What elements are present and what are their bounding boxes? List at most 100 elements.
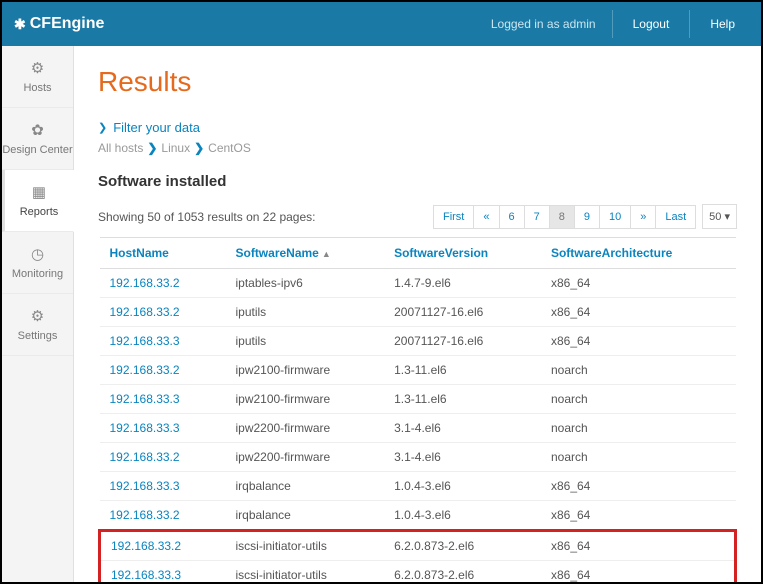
chevron-right-icon: ❯ (194, 141, 204, 155)
sidebar-item-label: Reports (20, 206, 59, 218)
col-softwareversion[interactable]: SoftwareVersion (384, 238, 541, 269)
software-arch: x86_64 (541, 269, 736, 298)
software-arch: noarch (541, 443, 736, 472)
pager-last[interactable]: Last (655, 205, 696, 229)
software-arch: x86_64 (541, 501, 736, 531)
col-softwarearchitecture[interactable]: SoftwareArchitecture (541, 238, 736, 269)
filter-label: Filter your data (113, 120, 200, 135)
host-link[interactable]: 192.168.33.2 (111, 539, 181, 553)
software-version: 6.2.0.873-2.el6 (384, 561, 541, 583)
host-link[interactable]: 192.168.33.3 (111, 568, 181, 582)
table-row: 192.168.33.2 ipw2100-firmware1.3-11.el6no… (100, 356, 736, 385)
sidebar-item-label: Hosts (23, 82, 51, 94)
software-arch: x86_64 (541, 472, 736, 501)
pager-page-7[interactable]: 7 (524, 205, 550, 229)
page-title: Results (98, 66, 737, 98)
settings-icon: ⚙ (31, 307, 44, 325)
table-row: 192.168.33.2ipw2200-firmware3.1-4.el6noa… (100, 443, 736, 472)
sidebar-item-reports[interactable]: ▦ Reports (2, 170, 74, 232)
brand-icon: ✱ (14, 16, 26, 33)
host-link[interactable]: 192.168.33.2 (110, 508, 180, 522)
host-link[interactable]: 192.168.33.3 (110, 479, 180, 493)
host-link[interactable]: 192.168.33.2 (110, 450, 180, 464)
topbar: ✱ CFEngine Logged in as admin Logout Hel… (2, 2, 761, 46)
brand: ✱ CFEngine (14, 15, 104, 33)
pager-page-6[interactable]: 6 (499, 205, 525, 229)
logged-in-text: Logged in as admin (481, 17, 606, 31)
sidebar-item-design-center[interactable]: ✿ Design Center (2, 108, 73, 170)
software-name: iputils (225, 327, 384, 356)
software-version: 1.4.7-9.el6 (384, 269, 541, 298)
help-button[interactable]: Help (696, 5, 749, 43)
software-name: irqbalance (225, 472, 384, 501)
sidebar-item-monitoring[interactable]: ◷Monitoring (2, 232, 73, 294)
software-version: 20071127-16.el6 (384, 298, 541, 327)
software-arch: x86_64 (541, 561, 736, 583)
breadcrumb: All hosts ❯ Linux ❯ CentOS (98, 141, 737, 155)
hosts-icon: ⚙ (31, 59, 44, 77)
sidebar: ⚙Hosts✿Design Center▦Reports◷Monitoring⚙… (2, 46, 74, 582)
host-link[interactable]: 192.168.33.2 (110, 305, 180, 319)
col-softwarename[interactable]: SoftwareName▲ (225, 238, 384, 269)
filter-toggle[interactable]: ❯ Filter your data (98, 120, 200, 135)
software-version: 1.3-11.el6 (384, 385, 541, 414)
sidebar-item-label: Settings (18, 330, 58, 342)
brand-name: CFEngine (30, 15, 105, 33)
table-row: 192.168.33.2iscsi-initiator-utils6.2.0.8… (100, 531, 736, 561)
sidebar-item-label: Design Center (2, 144, 72, 156)
divider (612, 10, 613, 38)
software-name: irqbalance (225, 501, 384, 531)
sidebar-item-settings[interactable]: ⚙ Settings (2, 294, 73, 356)
host-link[interactable]: 192.168.33.3 (110, 392, 180, 406)
chevron-right-icon: ❯ (147, 141, 157, 155)
topbar-right: Logged in as admin Logout Help (481, 5, 749, 43)
breadcrumb-link[interactable]: All hosts (98, 141, 143, 155)
software-version: 1.0.4-3.el6 (384, 472, 541, 501)
host-link[interactable]: 192.168.33.3 (110, 421, 180, 435)
software-version: 1.0.4-3.el6 (384, 501, 541, 531)
software-version: 1.3-11.el6 (384, 356, 541, 385)
software-name: iptables-ipv6 (225, 269, 384, 298)
table-row: 192.168.33.3 iputils20071127-16.el6x86_64 (100, 327, 736, 356)
reports-icon: ▦ (32, 183, 46, 201)
table-row: 192.168.33.3ipw2200-firmware3.1-4.el6noa… (100, 414, 736, 443)
software-arch: noarch (541, 356, 736, 385)
breadcrumb-link[interactable]: Linux (161, 141, 190, 155)
pager-page-9[interactable]: 9 (574, 205, 600, 229)
logout-button[interactable]: Logout (619, 5, 684, 43)
breadcrumb-link[interactable]: CentOS (208, 141, 251, 155)
sidebar-item-hosts[interactable]: ⚙ Hosts (2, 46, 73, 108)
pager-page-8[interactable]: 8 (549, 205, 575, 229)
software-name: ipw2100-firmware (225, 356, 384, 385)
software-version: 6.2.0.873-2.el6 (384, 531, 541, 561)
software-version: 3.1-4.el6 (384, 443, 541, 472)
software-name: iputils (225, 298, 384, 327)
design-center-icon: ✿ (31, 121, 44, 139)
page-size-select[interactable]: 50 ▾ (702, 204, 737, 229)
host-link[interactable]: 192.168.33.3 (110, 334, 180, 348)
software-version: 3.1-4.el6 (384, 414, 541, 443)
software-arch: noarch (541, 385, 736, 414)
results-table: HostNameSoftwareName▲SoftwareVersionSoft… (98, 237, 737, 582)
pager-first[interactable]: First (433, 205, 474, 229)
pager-next[interactable]: » (630, 205, 656, 229)
software-arch: x86_64 (541, 327, 736, 356)
pager-page-10[interactable]: 10 (599, 205, 631, 229)
pager-prev[interactable]: « (473, 205, 499, 229)
table-row: 192.168.33.2 irqbalance1.0.4-3.el6x86_64 (100, 501, 736, 531)
software-version: 20071127-16.el6 (384, 327, 541, 356)
col-hostname[interactable]: HostName (100, 238, 226, 269)
main-content: Results ❯ Filter your data All hosts ❯ Lin… (74, 46, 761, 582)
report-subtitle: Software installed (98, 173, 737, 190)
table-row: 192.168.33.2iputils20071127-16.el6x86_64 (100, 298, 736, 327)
sort-caret-icon: ▲ (322, 249, 331, 259)
showing-text: Showing 50 of 1053 results on 22 pages: (98, 210, 316, 224)
host-link[interactable]: 192.168.33.2 (110, 276, 180, 290)
chevron-right-icon: ❯ (98, 121, 107, 134)
monitoring-icon: ◷ (31, 245, 44, 263)
software-name: ipw2100-firmware (225, 385, 384, 414)
table-row: 192.168.33.3 ipw2100-firmware1.3-11.el6no… (100, 385, 736, 414)
pager: First«678910»Last50 ▾ (433, 204, 737, 229)
host-link[interactable]: 192.168.33.2 (110, 363, 180, 377)
divider (689, 10, 690, 38)
